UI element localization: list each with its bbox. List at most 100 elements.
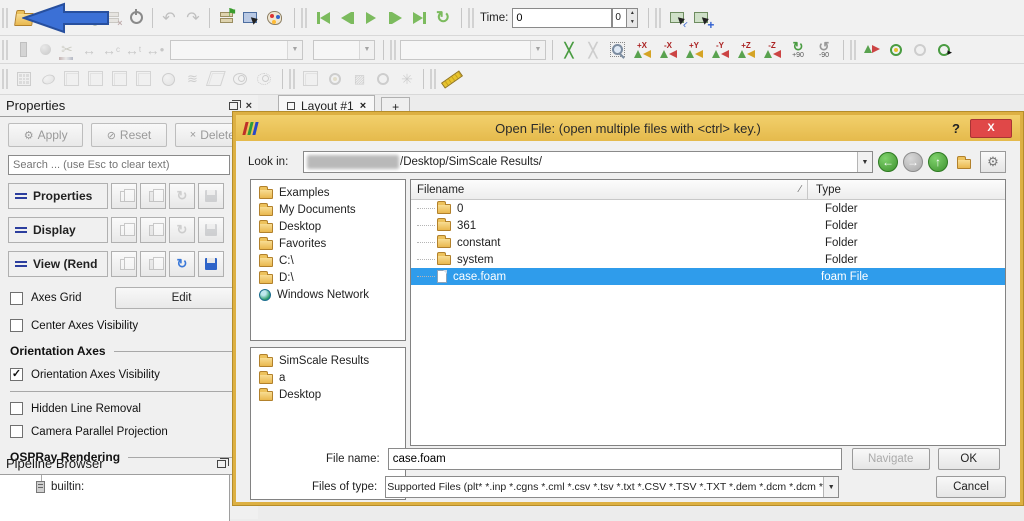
next-frame-button[interactable] bbox=[383, 6, 407, 30]
look-in-combo[interactable]: /Desktop/SimScale Results/ ▼ bbox=[303, 151, 873, 173]
set-solid-color-button[interactable] bbox=[34, 39, 56, 61]
axes-grid-checkbox[interactable] bbox=[10, 292, 23, 305]
recent-a[interactable]: a bbox=[251, 369, 405, 386]
view-plus-x-button[interactable]: +X bbox=[629, 38, 655, 62]
place-c-drive[interactable]: C:\ bbox=[251, 252, 405, 269]
section-display-button[interactable]: Display bbox=[8, 217, 108, 243]
loop-button[interactable]: ↻ bbox=[431, 6, 455, 30]
zoom-to-box-button[interactable] bbox=[605, 38, 629, 62]
undo-button[interactable]: ↶ bbox=[157, 6, 181, 30]
stream-tracer-button[interactable]: ≋ bbox=[180, 67, 204, 91]
file-row[interactable]: systemFolder bbox=[411, 251, 1005, 268]
toolbar-handle[interactable] bbox=[2, 8, 8, 28]
spreadsheet-view-button[interactable] bbox=[323, 67, 347, 91]
catalyst-connect-button[interactable]: ⚑ bbox=[214, 6, 238, 30]
place-favorites[interactable]: Favorites bbox=[251, 235, 405, 252]
reset-display-button[interactable]: ↻ bbox=[169, 217, 195, 243]
glyph-filter-button[interactable] bbox=[156, 67, 180, 91]
close-dock-icon[interactable]: × bbox=[246, 101, 252, 111]
view-minus-x-button[interactable]: -X bbox=[655, 38, 681, 62]
view-minus-z-button[interactable]: -Z bbox=[759, 38, 785, 62]
reset-camera-button[interactable]: ╳ bbox=[557, 38, 581, 62]
section-view-button[interactable]: View (Rend bbox=[8, 251, 108, 277]
capture-screenshot-button[interactable] bbox=[238, 6, 262, 30]
extract-selection-button[interactable] bbox=[299, 67, 323, 91]
play-button[interactable] bbox=[359, 6, 383, 30]
rescale-data-range-button[interactable]: ↔ bbox=[78, 39, 100, 61]
reset-center-button[interactable] bbox=[908, 38, 932, 62]
frame-spinner[interactable]: 0 ▲▼ bbox=[612, 8, 638, 28]
color-by-combo[interactable]: ▼ bbox=[170, 40, 303, 60]
zoom-closest-button[interactable]: ╳ bbox=[581, 38, 605, 62]
histogram-button[interactable]: ▨ bbox=[347, 67, 371, 91]
float-dock-icon[interactable] bbox=[229, 102, 238, 110]
rescale-temporal-button[interactable]: ↔t bbox=[122, 39, 144, 61]
spin-down-icon[interactable]: ▼ bbox=[627, 18, 637, 27]
rescale-visible-button[interactable]: ↔● bbox=[144, 39, 166, 61]
place-desktop[interactable]: Desktop bbox=[251, 218, 405, 235]
view-plus-y-button[interactable]: +Y bbox=[681, 38, 707, 62]
camera-adjust-button[interactable]: ⌐ bbox=[665, 6, 689, 30]
camera-parallel-checkbox[interactable] bbox=[10, 425, 23, 438]
place-examples[interactable]: Examples bbox=[251, 184, 405, 201]
file-row[interactable]: 0Folder bbox=[411, 200, 1005, 217]
orientation-axes-checkbox[interactable]: ✓ bbox=[10, 368, 23, 381]
toolbar-handle[interactable] bbox=[2, 69, 8, 89]
show-orientation-axes-button[interactable] bbox=[860, 38, 884, 62]
column-filename[interactable]: Filename∕ bbox=[411, 184, 807, 196]
reset-button[interactable]: ⊘Reset bbox=[91, 123, 166, 147]
file-row[interactable]: 361Folder bbox=[411, 217, 1005, 234]
contour-filter-button[interactable] bbox=[36, 67, 60, 91]
recent-desktop[interactable]: Desktop bbox=[251, 386, 405, 403]
reset-view-button[interactable]: ↻ bbox=[169, 251, 195, 277]
toolbar-handle[interactable] bbox=[430, 69, 436, 89]
ruler-button[interactable] bbox=[440, 67, 464, 91]
section-properties-button[interactable]: Properties bbox=[8, 183, 108, 209]
color-map-editor-button[interactable] bbox=[262, 6, 286, 30]
paste-display-button[interactable] bbox=[140, 217, 166, 243]
file-name-input[interactable] bbox=[388, 448, 842, 470]
files-of-type-combo[interactable]: Supported Files (plt* *.inp *.cgns *.cml… bbox=[385, 476, 839, 498]
camera-link-add-button[interactable]: + bbox=[689, 6, 713, 30]
toolbar-handle[interactable] bbox=[390, 40, 396, 60]
probe-button[interactable]: ✳ bbox=[395, 67, 419, 91]
cancel-button[interactable]: Cancel bbox=[936, 476, 1006, 498]
recent-simscale-results[interactable]: SimScale Results bbox=[251, 352, 405, 369]
place-my-documents[interactable]: My Documents bbox=[251, 201, 405, 218]
combo-dropdown-icon[interactable]: ▼ bbox=[857, 152, 872, 172]
save-view-button[interactable] bbox=[198, 251, 224, 277]
plot-over-line-button[interactable] bbox=[371, 67, 395, 91]
group-datasets-button[interactable] bbox=[228, 67, 252, 91]
last-frame-button[interactable] bbox=[407, 6, 431, 30]
ungroup-button[interactable] bbox=[252, 67, 276, 91]
dialog-settings-button[interactable]: ⚙ bbox=[980, 151, 1006, 173]
rotate-90-cw-button[interactable]: ↻+90 bbox=[785, 41, 811, 59]
place-d-drive[interactable]: D:\ bbox=[251, 269, 405, 286]
toolbar-handle[interactable] bbox=[655, 8, 661, 28]
center-axes-checkbox[interactable] bbox=[10, 319, 23, 332]
threshold-filter-button[interactable] bbox=[108, 67, 132, 91]
copy-view-button[interactable] bbox=[111, 251, 137, 277]
rescale-custom-button[interactable]: ↔c bbox=[100, 39, 122, 61]
pipeline-item-builtin[interactable]: builtin: bbox=[0, 481, 229, 493]
float-dock-icon[interactable] bbox=[217, 460, 226, 468]
edit-color-map-button[interactable]: ✂ bbox=[56, 39, 78, 61]
axes-grid-edit-button[interactable]: Edit bbox=[115, 287, 248, 309]
time-input[interactable] bbox=[512, 8, 612, 28]
toolbar-handle[interactable] bbox=[850, 40, 856, 60]
navigate-button[interactable]: Navigate bbox=[852, 448, 930, 470]
copy-properties-button[interactable] bbox=[111, 183, 137, 209]
redo-button[interactable]: ↷ bbox=[181, 6, 205, 30]
rotate-90-ccw-button[interactable]: ↺-90 bbox=[811, 41, 837, 59]
pick-center-button[interactable]: ▸ bbox=[932, 38, 956, 62]
extract-subset-button[interactable] bbox=[132, 67, 156, 91]
save-display-button[interactable] bbox=[198, 217, 224, 243]
up-directory-button[interactable]: ↑ bbox=[928, 152, 948, 172]
toolbar-handle[interactable] bbox=[289, 69, 295, 89]
toggle-color-legend-button[interactable] bbox=[12, 39, 34, 61]
view-minus-y-button[interactable]: -Y bbox=[707, 38, 733, 62]
toolbar-handle[interactable] bbox=[301, 8, 307, 28]
reset-properties-button[interactable]: ↻ bbox=[169, 183, 195, 209]
calculator-filter-button[interactable] bbox=[12, 67, 36, 91]
spin-up-icon[interactable]: ▲ bbox=[627, 9, 637, 18]
